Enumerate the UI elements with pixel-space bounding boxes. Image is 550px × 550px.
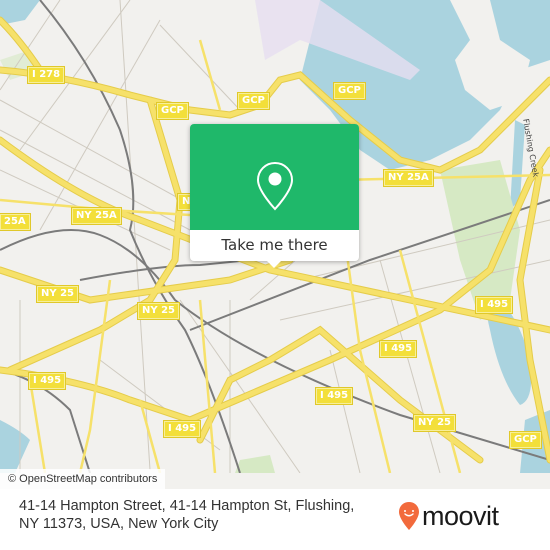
address-line-1: 41-14 Hampton Street, 41-14 Hampton St, … xyxy=(19,498,355,514)
location-pin-icon xyxy=(256,161,294,211)
moovit-pin-icon xyxy=(399,502,419,530)
park-small-1 xyxy=(235,455,275,473)
road-shield-ny25: NY 25 xyxy=(136,302,181,320)
water-lower-left xyxy=(0,420,30,473)
address-text: 41-14 Hampton Street, 41-14 Hampton St, … xyxy=(19,497,399,533)
moovit-wordmark: moovit xyxy=(422,500,499,531)
map-view[interactable]: I 278 GCP GCP GCP GCP NY 25A NY 25A 25A … xyxy=(0,0,550,473)
map-attribution[interactable]: © OpenStreetMap contributors xyxy=(0,469,166,489)
moovit-logo[interactable]: moovit xyxy=(398,501,499,531)
address-line-2: NY 11373, USA, New York City xyxy=(19,516,219,532)
road-shield-i495: I 495 xyxy=(314,387,354,405)
road-shield-ny25a: 25A xyxy=(0,213,31,231)
road-shield-gcp: GCP xyxy=(156,102,189,120)
popup-pointer xyxy=(266,260,282,268)
road-shield-ny25a: NY 25A xyxy=(383,169,434,187)
road-shield-i495: I 495 xyxy=(474,296,514,314)
road-shield-ny25a: NY 25A xyxy=(71,207,122,225)
popup-header xyxy=(190,124,359,230)
take-me-there-button[interactable]: Take me there xyxy=(190,230,359,261)
road-shield-ny25: NY 25 xyxy=(35,285,80,303)
destination-popup[interactable]: Take me there xyxy=(190,124,359,268)
road-shield-gcp: GCP xyxy=(509,431,542,449)
road-shield-ny25: NY 25 xyxy=(412,414,457,432)
road-shield-i495: I 495 xyxy=(378,340,418,358)
road-shield-i278: I 278 xyxy=(26,66,66,84)
road-shield-i495: I 495 xyxy=(162,420,202,438)
footer-bar: 41-14 Hampton Street, 41-14 Hampton St, … xyxy=(0,489,550,550)
road-shield-gcp: GCP xyxy=(333,82,366,100)
road-shield-gcp: GCP xyxy=(237,92,270,110)
road-shield-i495: I 495 xyxy=(27,372,67,390)
